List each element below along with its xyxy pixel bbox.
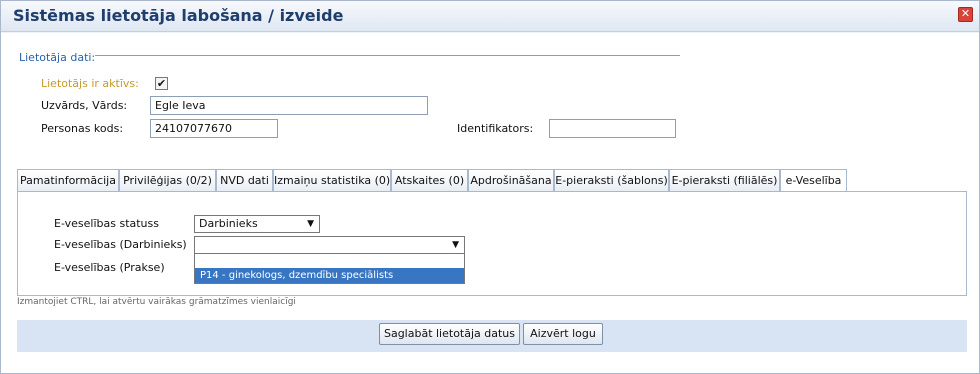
dialog-title: Sistēmas lietotāja labošana / izveide <box>13 6 344 25</box>
active-checkbox[interactable]: ✔ <box>155 77 168 90</box>
eveseliba-status-value: Darbinieks <box>199 217 258 230</box>
tab-izmainu-statistika[interactable]: Izmaiņu statistika (0) <box>273 169 391 192</box>
tab-nvd-dati[interactable]: NVD dati <box>216 169 273 192</box>
dropdown-option[interactable] <box>195 254 464 268</box>
name-label: Uzvārds, Vārds: <box>41 99 128 112</box>
tab-apdrosinasana[interactable]: Apdrošināšana <box>468 169 554 192</box>
active-label: Lietotājs ir aktīvs: <box>41 77 139 90</box>
personal-code-label: Personas kods: <box>41 122 124 135</box>
tab-pamatinformacija[interactable]: Pamatinformācija <box>17 169 119 192</box>
ctrl-hint-text: Izmantojiet CTRL, lai atvērtu vairākas g… <box>17 297 296 307</box>
eveseliba-status-select[interactable]: Darbinieks ▼ <box>194 215 320 233</box>
dropdown-option-selected[interactable]: P14 - ginekologs, dzemdību speciālists <box>195 268 464 283</box>
close-icon[interactable]: ✕ <box>958 7 973 22</box>
tab-atskaites[interactable]: Atskaites (0) <box>391 169 468 192</box>
eveseliba-employee-label: E-veselības (Darbinieks) <box>54 238 187 251</box>
identifier-field[interactable] <box>549 119 676 138</box>
legend-divider <box>95 55 680 56</box>
eveseliba-status-label: E-veselības statuss <box>54 217 159 230</box>
eveseliba-employee-select[interactable]: ▼ <box>194 236 465 254</box>
close-window-button[interactable]: Aizvērt logu <box>523 323 603 345</box>
chevron-down-icon: ▼ <box>307 219 314 229</box>
dialog-titlebar: Sistēmas lietotāja labošana / izveide ✕ <box>1 1 979 32</box>
tab-bar: Pamatinformācija Privilēģijas (0/2) NVD … <box>17 169 967 193</box>
user-data-legend: Lietotāja dati: <box>19 51 96 64</box>
personal-code-field[interactable]: 24107077670 <box>150 119 278 138</box>
save-button[interactable]: Saglabāt lietotāja datus <box>379 323 520 345</box>
tab-e-pieraksti-filiales[interactable]: E-pieraksti (filiālēs) <box>669 169 780 192</box>
eveseliba-employee-options: P14 - ginekologs, dzemdību speciālists <box>194 253 465 284</box>
tab-e-pieraksti-sablons[interactable]: E-pieraksti (šablons) <box>554 169 669 192</box>
identifier-label: Identifikators: <box>457 122 534 135</box>
dialog-content: Lietotāja dati: Lietotājs ir aktīvs: ✔ U… <box>1 33 979 373</box>
chevron-down-icon: ▼ <box>452 240 459 250</box>
tab-e-veseliba[interactable]: e-Veselība <box>780 169 847 193</box>
name-field[interactable]: Egle Ieva <box>150 96 428 115</box>
eveseliba-practice-label: E-veselības (Prakse) <box>54 261 165 274</box>
user-edit-dialog: Sistēmas lietotāja labošana / izveide ✕ … <box>0 0 980 374</box>
tab-privilegijas[interactable]: Privilēģijas (0/2) <box>119 169 216 192</box>
